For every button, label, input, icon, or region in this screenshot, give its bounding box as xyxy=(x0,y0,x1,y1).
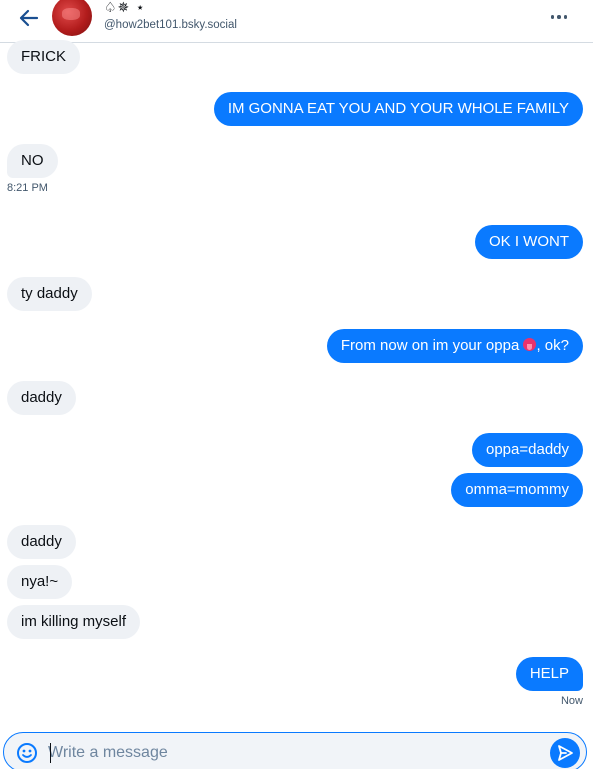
tongue-emoji-icon xyxy=(523,338,537,351)
handle[interactable]: @how2bet101.bsky.social xyxy=(104,19,237,31)
message-text: , ok? xyxy=(536,337,569,354)
message-incoming[interactable]: FRICK xyxy=(7,40,80,74)
more-options-button[interactable] xyxy=(545,6,573,28)
message-text: From now on im your oppa xyxy=(340,337,524,354)
message-incoming[interactable]: daddy xyxy=(7,525,76,559)
message-incoming[interactable]: NO xyxy=(7,144,58,178)
ellipsis-dot xyxy=(563,15,568,19)
ellipsis-icon xyxy=(550,15,555,19)
chat-screen: ♤✵ ⋆ @how2bet101.bsky.social FRICK IM GO… xyxy=(0,0,593,769)
message-incoming[interactable]: daddy xyxy=(7,381,76,415)
emoji-button[interactable] xyxy=(16,742,38,764)
message-outgoing[interactable]: oppa=daddy xyxy=(472,433,583,467)
message-incoming[interactable]: ty daddy xyxy=(7,277,92,311)
paper-plane-icon xyxy=(558,745,573,761)
text-caret xyxy=(50,743,51,763)
message-outgoing[interactable]: IM GONNA EAT YOU AND YOUR WHOLE FAMILY xyxy=(213,92,583,126)
send-button[interactable] xyxy=(550,738,580,768)
message-outgoing[interactable]: HELP xyxy=(515,657,583,691)
message-outgoing[interactable]: From now on im your oppa , ok? xyxy=(326,329,583,363)
message-incoming[interactable]: nya!~ xyxy=(7,565,73,599)
message-outgoing[interactable]: omma=mommy xyxy=(451,473,583,507)
message-timestamp: Now xyxy=(560,695,583,707)
message-outgoing[interactable]: OK I WONT xyxy=(475,225,583,259)
display-name: ♤✵ ⋆ xyxy=(104,0,146,16)
arrow-left-icon xyxy=(19,9,39,27)
chat-header: ♤✵ ⋆ @how2bet101.bsky.social xyxy=(0,0,593,43)
message-composer xyxy=(3,732,587,769)
back-button[interactable] xyxy=(14,4,44,32)
ellipsis-dot xyxy=(557,15,561,19)
message-incoming[interactable]: im killing myself xyxy=(7,605,141,639)
message-input[interactable] xyxy=(48,739,528,767)
message-timestamp: 8:21 PM xyxy=(7,182,48,194)
avatar[interactable] xyxy=(52,0,92,36)
smiley-icon xyxy=(17,743,37,763)
